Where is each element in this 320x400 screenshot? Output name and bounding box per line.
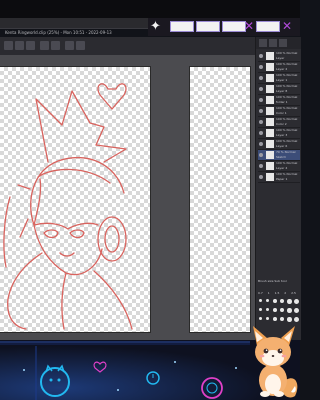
clear-icon[interactable] (65, 41, 74, 50)
layer-row[interactable]: 100 % Normal Layer 6 (258, 139, 300, 150)
layer-name: 100 % Normal Layer 6 (276, 139, 298, 148)
open-icon[interactable] (15, 41, 24, 50)
brush-size-preset[interactable] (287, 299, 292, 304)
layer-name: 100 % Normal Layer (276, 51, 298, 60)
layer-panel: 100 % Normal Layer 100 % Normal Layer 2 10… (255, 37, 301, 340)
layer-thumbnail (266, 129, 274, 137)
layer-thumbnail (266, 85, 274, 93)
reference-canvas[interactable] (190, 67, 250, 332)
eye-icon[interactable] (259, 131, 263, 135)
layer-name: 100 % Normal Layer 4 (276, 161, 298, 170)
fox-mascot-image (253, 326, 298, 398)
layer-row[interactable]: 100 % Normal Paper 1 (258, 172, 300, 183)
document-title: Kenta Ringworld.clip (25%) - Mon 10:51 -… (5, 30, 112, 35)
layer-name: 100 % Normal Color 2 (276, 117, 298, 126)
layer-name: 70 % Normal Sketch (276, 150, 296, 159)
layer-thumbnail (266, 118, 274, 126)
layer-thumbnail (266, 74, 274, 82)
layer-thumbnail (266, 140, 274, 148)
eye-icon[interactable] (259, 153, 263, 157)
brush-size-preset[interactable] (259, 308, 262, 311)
layer-name: 100 % Normal Layer 1 (276, 73, 298, 82)
new-icon[interactable] (4, 41, 13, 50)
layer-name: 100 % Normal Layer 8 (276, 84, 298, 93)
layer-name: 100 % Normal Layer 2 (276, 62, 298, 71)
brush-size-header: Brush size Sub tool (258, 279, 287, 283)
brush-size-preset[interactable] (273, 299, 277, 303)
brush-size-preset[interactable] (273, 308, 277, 312)
brush-size-preset[interactable] (280, 299, 285, 304)
eye-icon[interactable] (259, 54, 263, 58)
layer-row[interactable]: 100 % Normal Layer 1 (258, 73, 300, 84)
layer-name: 100 % Normal Layer 3 (276, 128, 298, 137)
fill-icon[interactable] (76, 41, 85, 50)
layer-thumbnail (266, 96, 274, 104)
brush-size-values: 0.7 1 1.5 2 2.5 (258, 291, 296, 295)
properties-tab-icon[interactable] (269, 39, 277, 47)
layer-row[interactable]: 100 % Normal Layer 4 (258, 161, 300, 172)
layer-thumbnail (266, 52, 274, 60)
redo-icon[interactable] (51, 41, 60, 50)
save-icon[interactable] (26, 41, 35, 50)
brush-size-preset[interactable] (280, 317, 285, 322)
brush-size-preset[interactable] (280, 308, 285, 313)
eye-icon[interactable] (259, 120, 263, 124)
layer-row[interactable]: 70 % Normal Sketch (258, 150, 300, 161)
window-title-bar (0, 0, 300, 18)
layer-thumbnail (266, 173, 274, 181)
eye-icon[interactable] (259, 175, 263, 179)
layer-row[interactable]: 100 % Normal Layer 8 (258, 84, 300, 95)
eye-icon[interactable] (259, 142, 263, 146)
brush-size-preset[interactable] (259, 299, 262, 302)
eye-icon[interactable] (259, 76, 263, 80)
layer-thumbnail (266, 107, 274, 115)
brush-size-preset[interactable] (287, 308, 292, 313)
brush-size-preset[interactable] (266, 299, 270, 303)
panel-tabs (256, 37, 301, 49)
layer-row[interactable]: 100 % Normal Layer 3 (258, 128, 300, 139)
layer-name: 100 % Normal Color 1 (276, 106, 298, 115)
brush-size-preset[interactable] (259, 317, 262, 320)
eye-icon[interactable] (259, 98, 263, 102)
layer-name: 100 % Normal folder 1 (276, 95, 298, 104)
drawing-canvas[interactable] (0, 67, 150, 332)
brush-size-preset[interactable] (273, 317, 277, 321)
brush-size-preset[interactable] (294, 299, 299, 304)
sketch-drawing (3, 83, 133, 330)
layer-tab-icon[interactable] (259, 39, 267, 47)
deco-cell (256, 21, 280, 32)
eye-icon[interactable] (259, 164, 263, 168)
layer-thumbnail (266, 151, 274, 159)
brush-size-preset[interactable] (287, 317, 292, 322)
navigator-tab-icon[interactable] (279, 39, 287, 47)
brush-size-preset[interactable] (266, 317, 270, 321)
command-bar (0, 37, 255, 55)
layer-row[interactable]: 100 % Normal Layer 2 (258, 62, 300, 73)
eye-icon[interactable] (259, 87, 263, 91)
eye-icon[interactable] (259, 109, 263, 113)
brush-size-preset[interactable] (294, 308, 299, 313)
layer-row[interactable]: 100 % Normal Color 1 (258, 106, 300, 117)
layer-name: 100 % Normal Paper 1 (276, 172, 298, 181)
brush-size-preset[interactable] (266, 308, 270, 312)
undo-icon[interactable] (40, 41, 49, 50)
layer-row[interactable]: 100 % Normal Color 2 (258, 117, 300, 128)
layer-row[interactable]: 100 % Normal folder 1 (258, 95, 300, 106)
layer-row[interactable]: 100 % Normal Layer (258, 51, 300, 62)
eye-icon[interactable] (259, 65, 263, 69)
layer-thumbnail (266, 63, 274, 71)
layer-thumbnail (266, 162, 274, 170)
canvas-workspace[interactable] (0, 55, 255, 340)
x-mark-icon: ✕ (282, 19, 293, 33)
